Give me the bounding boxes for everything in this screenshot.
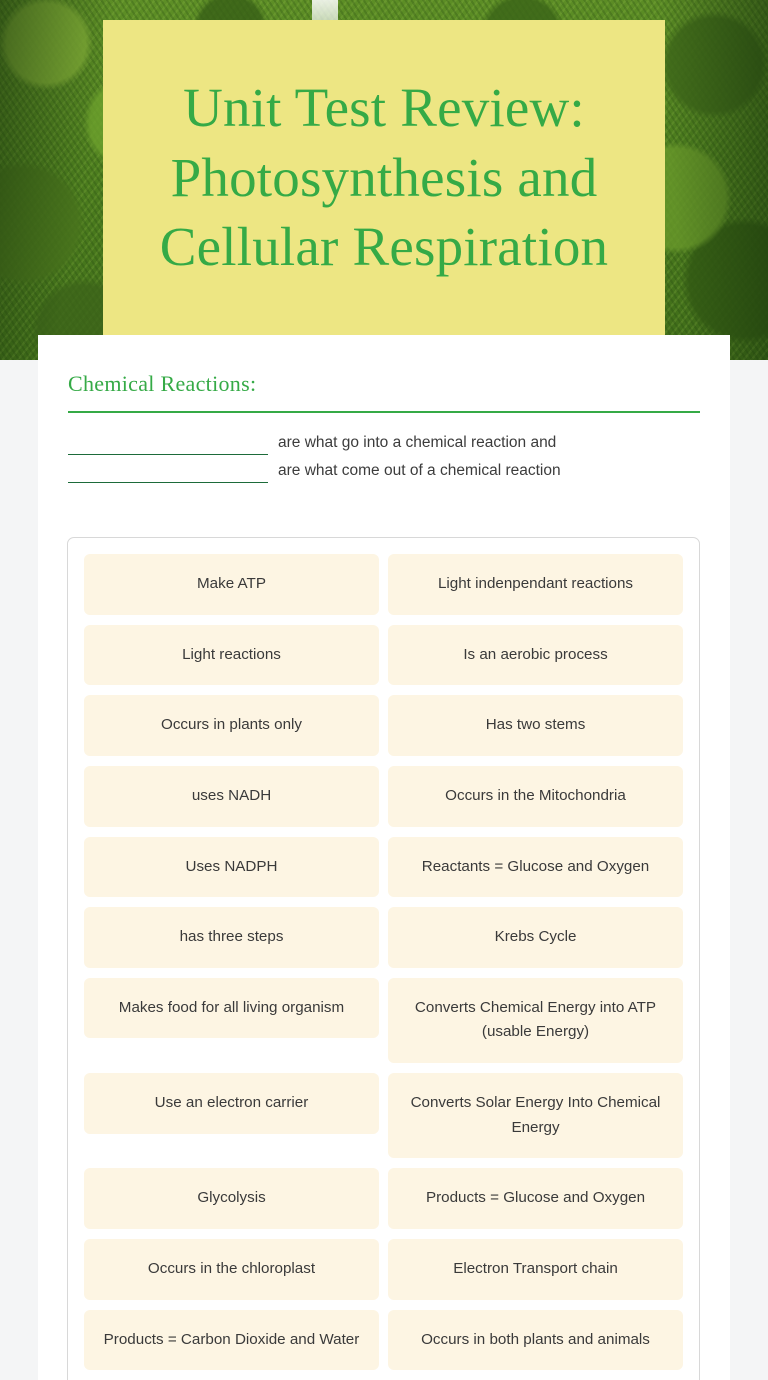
blank-text-products: are what come out of a chemical reaction [278,462,561,479]
title-band: Unit Test Review: Photosynthesis and Cel… [103,20,665,335]
word-bank-tile[interactable]: Light indenpendant reactions [388,554,683,615]
section-heading: Chemical Reactions: [68,371,257,396]
blank-text-reactants: are what go into a chemical reaction and [278,434,557,451]
word-bank-tile[interactable]: Products = Glucose and Oxygen [388,1168,683,1229]
word-bank-tile[interactable]: Reactants = Glucose and Oxygen [388,836,683,898]
word-bank-tile[interactable]: has three steps [84,907,379,968]
word-bank-tile[interactable]: Make ATP [84,554,379,615]
word-bank-panel: Make ATP Light indenpendant reactions Ligh… [67,537,700,1380]
word-bank-tile[interactable]: Is an aerobic process [388,624,683,686]
word-bank-tile[interactable]: Glycolysis [84,1168,379,1229]
word-bank-tile[interactable]: Makes food for all living organism [84,977,379,1039]
fill-in-the-blank-group: are what go into a chemical reaction and… [68,427,700,483]
word-bank-tile[interactable]: Converts Solar Energy Into Chemical Ener… [388,1073,683,1159]
blank-row: are what go into a chemical reaction and [68,427,700,455]
word-bank-tile[interactable]: Light reactions [84,624,379,686]
page-title: Unit Test Review: Photosynthesis and Cel… [159,76,609,278]
blank-input-products[interactable] [68,459,268,483]
word-bank-tile[interactable]: Occurs in both plants and animals [388,1309,683,1371]
word-bank-grid: Make ATP Light indenpendant reactions Ligh… [84,554,683,1371]
word-bank-tile[interactable]: Electron Transport chain [388,1238,683,1300]
word-bank-tile[interactable]: Has two stems [388,695,683,756]
blank-input-reactants[interactable] [68,431,268,455]
blank-row: are what come out of a chemical reaction [68,455,700,483]
word-bank-tile[interactable]: Products = Carbon Dioxide and Water [84,1309,379,1371]
word-bank-tile[interactable]: uses NADH [84,765,379,827]
word-bank-tile[interactable]: Occurs in the chloroplast [84,1238,379,1300]
word-bank-tile[interactable]: Occurs in plants only [84,695,379,756]
worksheet-page: Unit Test Review: Photosynthesis and Cel… [0,0,768,1380]
hero-banner: Unit Test Review: Photosynthesis and Cel… [0,0,768,360]
word-bank-tile[interactable]: Converts Chemical Energy into ATP (usabl… [388,977,683,1063]
word-bank-tile[interactable]: Use an electron carrier [84,1073,379,1134]
word-bank-tile[interactable]: Uses NADPH [84,836,379,898]
word-bank-tile[interactable]: Occurs in the Mitochondria [388,765,683,827]
word-bank-tile[interactable]: Krebs Cycle [388,907,683,968]
section-divider [68,411,700,413]
